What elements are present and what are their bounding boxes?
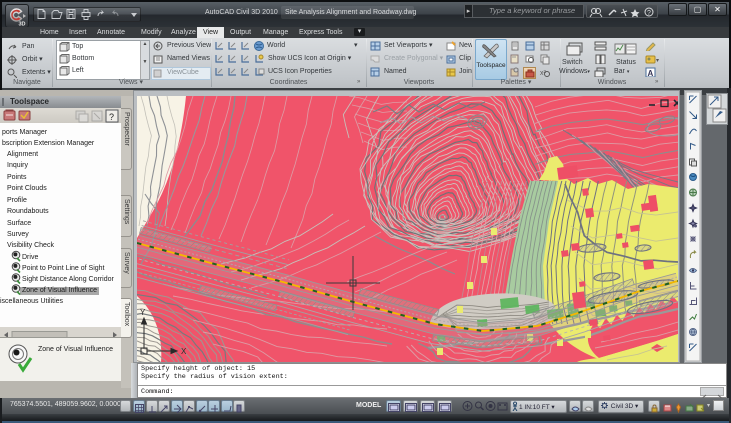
svg-text:X: X	[181, 347, 187, 356]
svg-text:?: ?	[109, 112, 114, 122]
svg-text:▾: ▾	[656, 58, 659, 64]
svg-text:Y: Y	[140, 308, 146, 317]
svg-text:A: A	[648, 69, 654, 77]
svg-text:?: ?	[647, 10, 651, 17]
